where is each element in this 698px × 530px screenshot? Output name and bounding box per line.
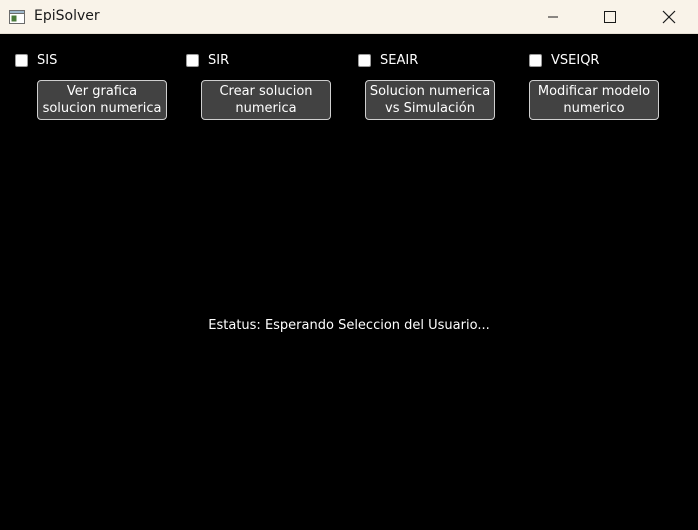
app-window-icon <box>9 10 25 24</box>
checkbox-sir[interactable]: SIR <box>186 51 229 69</box>
maximize-button[interactable] <box>587 0 633 33</box>
button-label-line2: numerico <box>563 101 625 116</box>
close-icon <box>662 10 676 23</box>
app-window: EpiSolver SIS SIR SEAIR VSEIQR Ver grafi… <box>0 0 698 530</box>
checkbox-label: SIR <box>208 52 230 68</box>
checkbox-sis[interactable]: SIS <box>15 51 57 69</box>
checkbox-box[interactable] <box>529 53 542 67</box>
checkbox-box[interactable] <box>358 53 371 67</box>
maximize-icon <box>604 10 616 23</box>
create-numeric-solution-button[interactable]: Crear solucion numerica <box>201 80 331 120</box>
button-label-line1: Modificar modelo <box>537 84 651 99</box>
button-label-line2: solucion numerica <box>42 101 162 116</box>
checkbox-label: VSEIQR <box>551 52 600 68</box>
numeric-vs-simulation-button[interactable]: Solucion numerica vs Simulación <box>365 80 495 120</box>
minimize-button[interactable] <box>530 0 576 33</box>
button-label-line1: Solucion numerica <box>369 84 491 99</box>
status-label: Estatus: Esperando Seleccion del Usuario… <box>208 318 490 333</box>
checkbox-seair[interactable]: SEAIR <box>358 51 418 69</box>
checkbox-box[interactable] <box>15 53 28 67</box>
window-title: EpiSolver <box>34 8 100 24</box>
checkbox-box[interactable] <box>186 53 199 67</box>
checkbox-label: SEAIR <box>380 52 419 68</box>
button-label-line2: numerica <box>235 101 297 116</box>
button-label-line1: Ver grafica <box>66 84 138 99</box>
minimize-icon <box>548 16 558 17</box>
modify-numeric-model-button[interactable]: Modificar modelo numerico <box>529 80 659 120</box>
checkbox-vseiqr[interactable]: VSEIQR <box>529 51 599 69</box>
button-label-line1: Crear solucion <box>219 84 313 99</box>
checkbox-label: SIS <box>37 52 58 68</box>
close-button[interactable] <box>646 0 692 33</box>
button-label-line2: vs Simulación <box>385 101 475 116</box>
title-bar[interactable]: EpiSolver <box>0 0 698 34</box>
view-numeric-solution-graph-button[interactable]: Ver grafica solucion numerica <box>37 80 167 120</box>
